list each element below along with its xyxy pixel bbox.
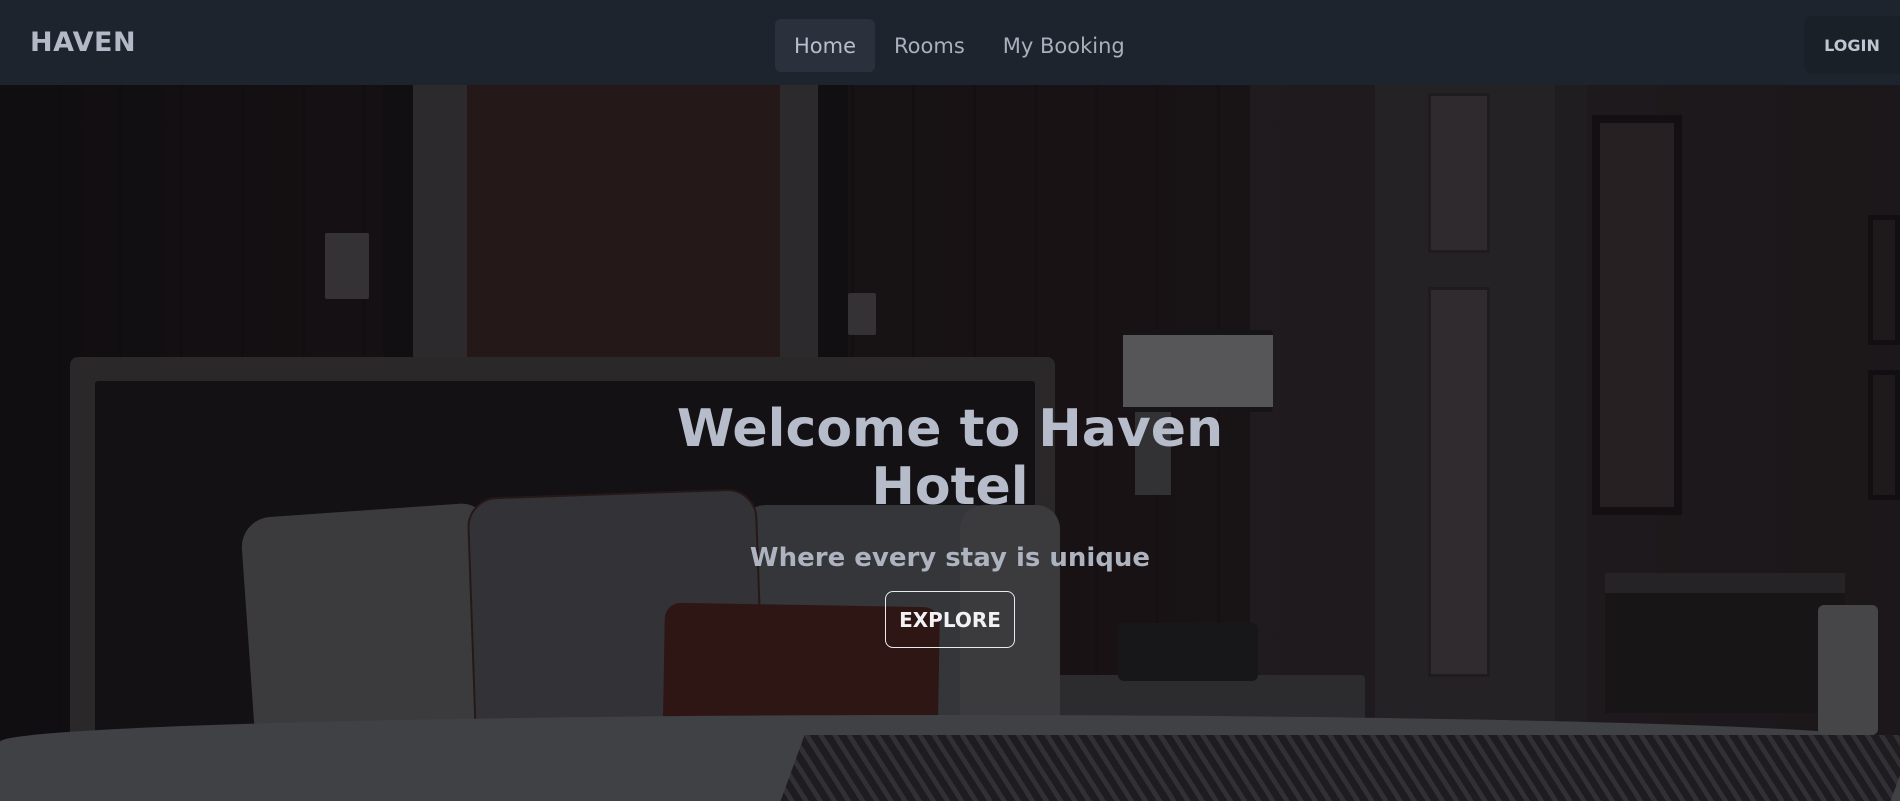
nav-link-rooms[interactable]: Rooms [875, 19, 984, 72]
nav-link-home[interactable]: Home [775, 19, 876, 72]
nav-links: Home Rooms My Booking [775, 19, 1144, 72]
brand-logo[interactable]: HAVEN [30, 0, 136, 85]
login-button[interactable]: LOGIN [1804, 16, 1900, 74]
hero-subtitle: Where every stay is unique [749, 543, 1151, 573]
hero-title: Welcome to Haven Hotel [676, 399, 1224, 517]
nav-link-my-booking[interactable]: My Booking [984, 19, 1144, 72]
hero-content: Welcome to Haven Hotel Where every stay … [650, 400, 1250, 648]
hero-section: Welcome to Haven Hotel Where every stay … [0, 85, 1900, 801]
explore-button[interactable]: EXPLORE [885, 591, 1015, 648]
navbar: HAVEN Home Rooms My Booking LOGIN [0, 0, 1900, 85]
